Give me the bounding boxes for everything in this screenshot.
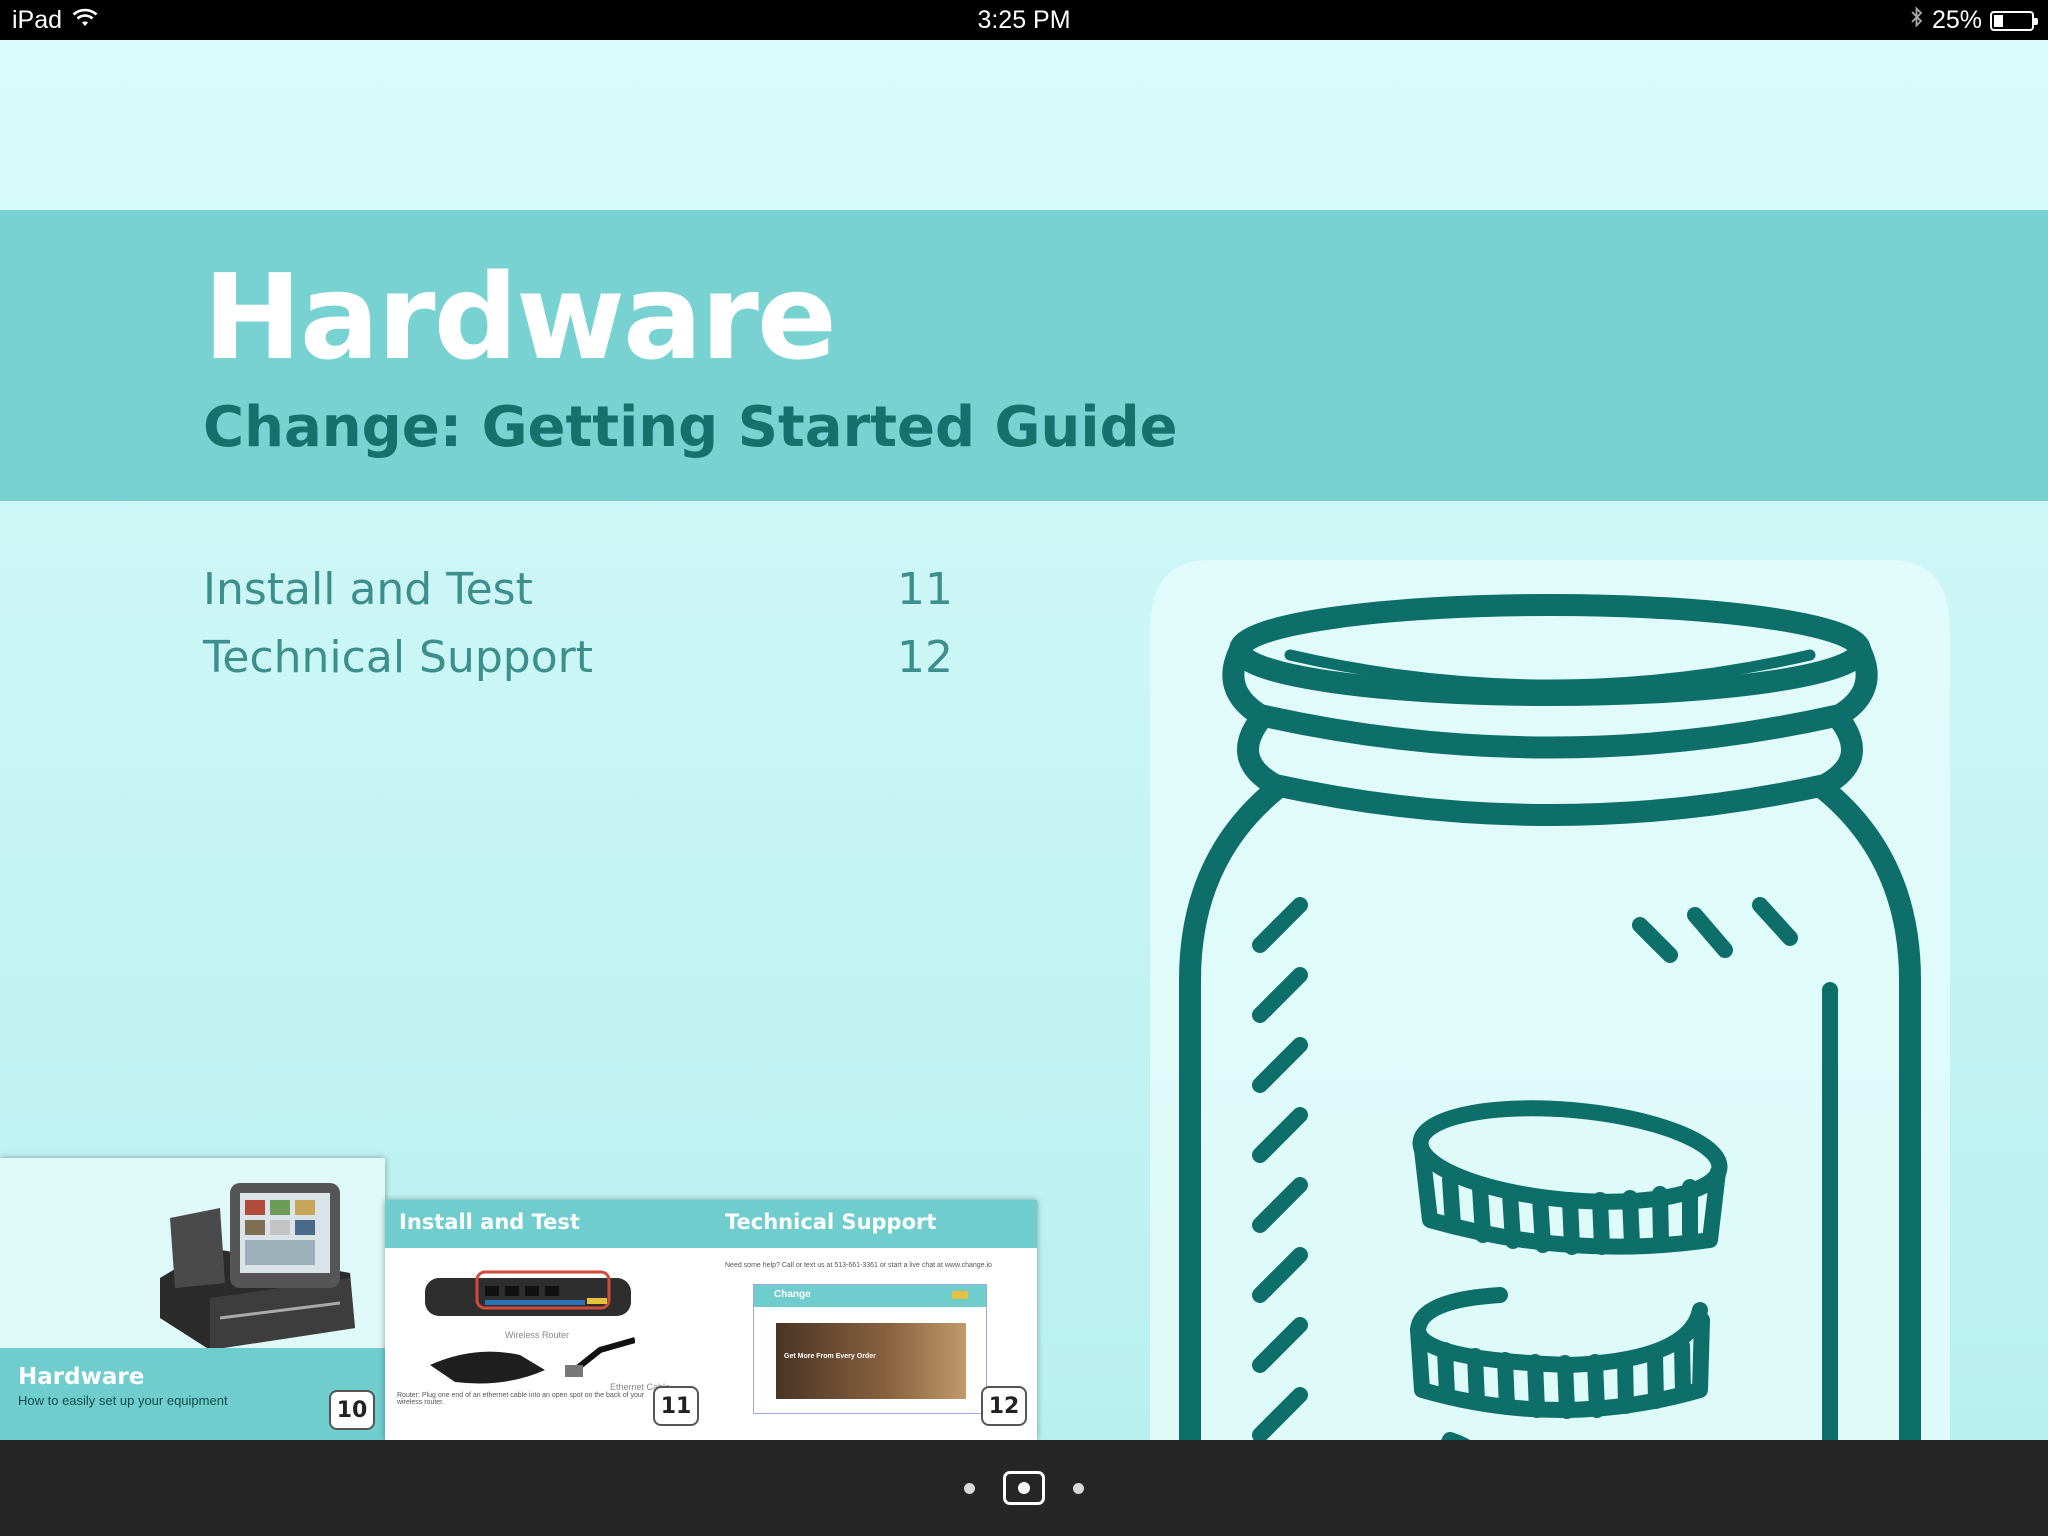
support-help-text: Need some help? Call or text us at 513-6… — [725, 1262, 992, 1269]
toc-item-page: 11 — [897, 563, 953, 615]
book-page: Hardware Change: Getting Started Guide I… — [0, 40, 2048, 1440]
website-hero-image: Get More From Every Order — [776, 1323, 966, 1399]
table-of-contents: Install and Test 11 Technical Support 12 — [203, 555, 953, 691]
battery-percent: 25% — [1931, 6, 1982, 34]
toc-item-label: Install and Test — [203, 563, 533, 615]
thumbnail-title-install: Install and Test — [399, 1210, 580, 1234]
page-dot-current[interactable] — [1003, 1471, 1045, 1505]
website-cta — [952, 1291, 968, 1299]
page-thumbnail-strip: Hardware How to easily set up your equip… — [0, 1158, 1040, 1440]
thumbnail-spread-install-support[interactable]: Install and Test Technical Support Wirel… — [385, 1200, 1037, 1440]
page-dot[interactable] — [964, 1482, 975, 1494]
battery-fill — [1994, 14, 2003, 27]
website-header: Change — [754, 1285, 986, 1307]
thumbnail-page-hardware[interactable]: Hardware How to easily set up your equip… — [0, 1158, 385, 1440]
toc-item-support[interactable]: Technical Support 12 — [203, 623, 953, 691]
chapter-subtitle: Change: Getting Started Guide — [203, 395, 1178, 460]
router-caption: Wireless Router — [505, 1330, 570, 1340]
page-indicator[interactable] — [0, 1440, 2048, 1536]
page-dot[interactable] — [1073, 1482, 1084, 1494]
status-bar: iPad 3:25 PM 25% — [0, 0, 2048, 40]
page-number-badge: 10 — [329, 1390, 375, 1430]
toc-item-page: 12 — [897, 631, 953, 683]
toc-item-label: Technical Support — [203, 631, 593, 683]
thumbnail-subtitle: How to easily set up your equipment — [18, 1393, 228, 1408]
website-brand: Change — [774, 1289, 811, 1300]
thumbnail-title-support: Technical Support — [725, 1210, 937, 1234]
page-dot-current-inner — [1018, 1482, 1030, 1494]
coin-jar-illustration — [1150, 560, 1950, 1440]
battery-icon — [1990, 10, 2038, 31]
chapter-title: Hardware — [203, 248, 837, 386]
website-screenshot: Change Get More From Every Order — [753, 1284, 987, 1414]
page-number-badge: 11 — [653, 1386, 699, 1426]
toc-item-install[interactable]: Install and Test 11 — [203, 555, 953, 623]
status-time: 3:25 PM — [977, 6, 1071, 34]
bottom-toolbar — [0, 1440, 2048, 1536]
chapter-banner: Hardware Change: Getting Started Guide — [0, 210, 2048, 501]
thumbnail-title: Hardware — [18, 1364, 145, 1390]
website-hero-text: Get More From Every Order — [784, 1353, 876, 1360]
bluetooth-icon — [1910, 6, 1924, 35]
page-number-badge: 12 — [981, 1386, 1027, 1426]
hardware-equipment-image — [160, 1183, 355, 1350]
router-note: Router: Plug one end of an ethernet cabl… — [397, 1392, 645, 1406]
